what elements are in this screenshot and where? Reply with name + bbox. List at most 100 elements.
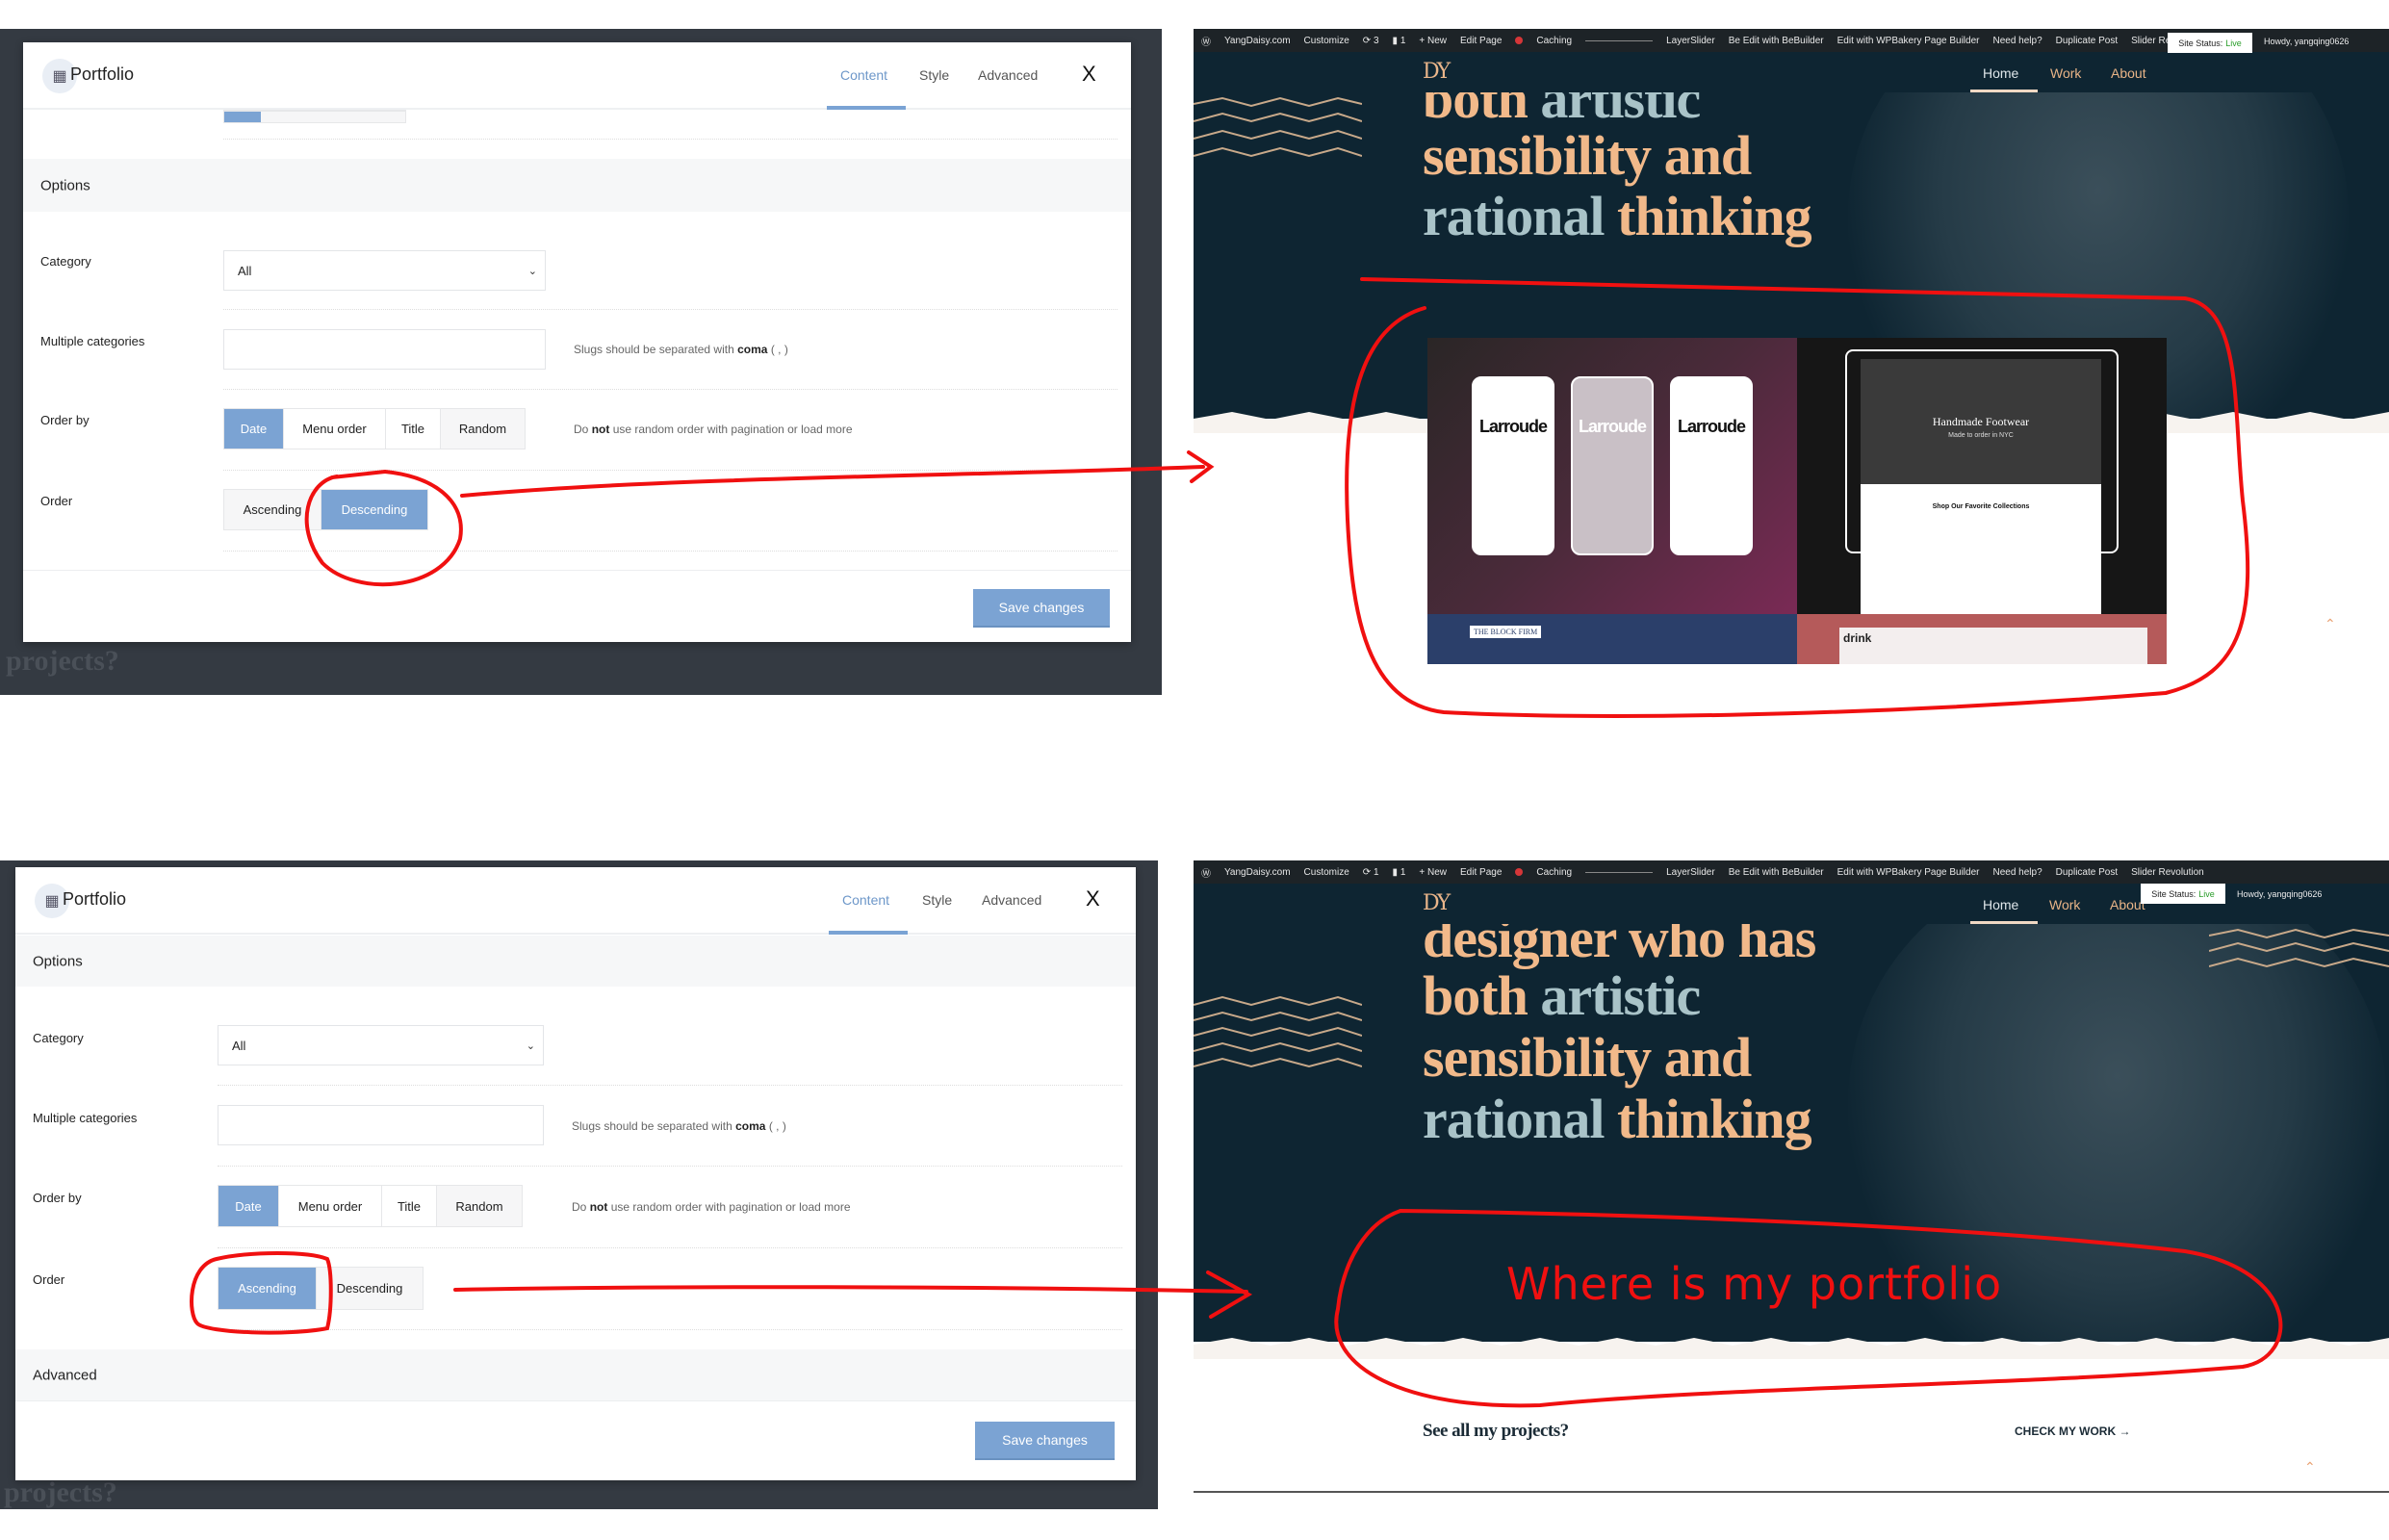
- admin-comments[interactable]: ▮ 1: [1393, 36, 1406, 46]
- save-changes-button[interactable]: Save changes: [975, 1422, 1115, 1460]
- admin-wpbakery[interactable]: Edit with WPBakery Page Builder: [1837, 36, 1980, 46]
- site-status-badge[interactable]: Site Status: Live: [2168, 33, 2252, 53]
- order-descending[interactable]: Descending: [321, 490, 427, 529]
- multiple-categories-input[interactable]: [218, 1105, 544, 1145]
- order-by-group: Date Menu order Title Random: [223, 408, 526, 449]
- help-text: Slugs should be separated with: [574, 343, 734, 356]
- admin-blank-field[interactable]: [1585, 39, 1654, 41]
- scroll-top-icon[interactable]: ⌃: [2325, 616, 2336, 632]
- admin-new[interactable]: + New: [1419, 36, 1447, 46]
- order-by-menu-order[interactable]: Menu order: [284, 409, 386, 449]
- admin-edit-page[interactable]: Edit Page: [1460, 36, 1502, 46]
- admin-slider-revolution[interactable]: Slider Revolution: [2131, 867, 2204, 878]
- order-by-random[interactable]: Random: [437, 1186, 522, 1226]
- admin-updates[interactable]: ⟳ 3: [1363, 36, 1379, 46]
- modal-title: Portfolio: [70, 64, 135, 84]
- phone-mockup: Larroude: [1670, 376, 1753, 555]
- admin-duplicate-post[interactable]: Duplicate Post: [2056, 36, 2118, 46]
- admin-site-link[interactable]: YangDaisy.com: [1224, 36, 1291, 46]
- scroll-top-icon[interactable]: ⌃: [2304, 1459, 2316, 1476]
- order-by-title[interactable]: Title: [386, 409, 441, 449]
- multiple-categories-input[interactable]: [223, 329, 546, 370]
- save-changes-button[interactable]: Save changes: [973, 589, 1110, 628]
- portfolio-item-footwear[interactable]: Handmade Footwear Made to order in NYC S…: [1797, 338, 2167, 614]
- order-ascending[interactable]: Ascending: [224, 490, 321, 529]
- nav-home[interactable]: Home: [1983, 897, 2018, 912]
- active-tab-indicator: [829, 931, 908, 935]
- admin-customize[interactable]: Customize: [1304, 36, 1349, 46]
- check-my-work-link[interactable]: CHECK MY WORK →: [2015, 1424, 2130, 1438]
- howdy-user[interactable]: Howdy, yangqing0626: [2264, 37, 2349, 46]
- site-logo[interactable]: DY: [1423, 60, 1451, 84]
- order-by-date[interactable]: Date: [224, 409, 284, 449]
- hero-line: rational thinking: [1423, 189, 1812, 244]
- partial-button-group[interactable]: [223, 112, 406, 123]
- new-label: New: [1427, 866, 1448, 878]
- nav-home[interactable]: Home: [1983, 65, 2018, 81]
- admin-customize[interactable]: Customize: [1304, 867, 1349, 878]
- category-select[interactable]: All ⌄: [223, 250, 546, 291]
- admin-blank-field[interactable]: [1585, 871, 1654, 873]
- admin-comments[interactable]: ▮ 1: [1393, 867, 1406, 878]
- nav-about[interactable]: About: [2111, 65, 2146, 81]
- admin-caching[interactable]: Caching: [1536, 36, 1572, 46]
- tab-content[interactable]: Content: [842, 892, 889, 908]
- order-descending[interactable]: Descending: [317, 1268, 423, 1309]
- status-dot-icon: [1515, 868, 1524, 876]
- site-logo[interactable]: DY: [1423, 891, 1451, 915]
- admin-new[interactable]: + New: [1419, 867, 1447, 878]
- nav-work[interactable]: Work: [2050, 65, 2081, 81]
- admin-duplicate-post[interactable]: Duplicate Post: [2056, 867, 2118, 878]
- wordpress-icon[interactable]: Ⓦ: [1201, 865, 1211, 880]
- tab-content[interactable]: Content: [840, 67, 887, 83]
- help-text: Do: [572, 1200, 587, 1214]
- order-by-menu-order[interactable]: Menu order: [279, 1186, 382, 1226]
- admin-site-link[interactable]: YangDaisy.com: [1224, 867, 1291, 878]
- admin-caching[interactable]: Caching: [1536, 867, 1572, 878]
- category-select[interactable]: All ⌄: [218, 1025, 544, 1065]
- tab-style[interactable]: Style: [919, 67, 949, 83]
- portfolio-item-block-firm[interactable]: THE BLOCK FIRM: [1427, 614, 1797, 664]
- portfolio-modal-bottom: ▦ Portfolio Content Style Advanced X Opt…: [15, 867, 1136, 1480]
- admin-layerslider[interactable]: LayerSlider: [1666, 867, 1715, 878]
- nav-work[interactable]: Work: [2049, 897, 2080, 912]
- status-dot-icon: [1515, 37, 1524, 44]
- section-title: Advanced: [33, 1367, 97, 1383]
- tab-advanced[interactable]: Advanced: [982, 892, 1041, 908]
- admin-edit-page[interactable]: Edit Page: [1460, 867, 1502, 878]
- order-by-random[interactable]: Random: [441, 409, 525, 449]
- order-by-date[interactable]: Date: [218, 1186, 279, 1226]
- portfolio-item-drink[interactable]: drink: [1797, 614, 2167, 664]
- order-by-help: Do not use random order with pagination …: [574, 423, 853, 436]
- footwear-subtitle: Made to order in NYC: [1948, 432, 2014, 439]
- admin-bebuilder[interactable]: Be Edit with BeBuilder: [1729, 36, 1824, 46]
- status-value: Live: [2225, 38, 2242, 48]
- admin-layerslider[interactable]: LayerSlider: [1666, 36, 1715, 46]
- comments-count: 1: [1400, 866, 1406, 878]
- admin-bebuilder[interactable]: Be Edit with BeBuilder: [1729, 867, 1824, 878]
- help-text: Do: [574, 423, 589, 436]
- close-button[interactable]: X: [1082, 62, 1096, 87]
- portfolio-item-larroude[interactable]: Larroude Larroude Larroude: [1427, 338, 1797, 614]
- tab-advanced[interactable]: Advanced: [978, 67, 1038, 83]
- tab-style[interactable]: Style: [922, 892, 952, 908]
- site-status-badge[interactable]: Site Status: Live: [2141, 884, 2225, 904]
- close-button[interactable]: X: [1086, 886, 1100, 911]
- nav-active-indicator: [1970, 921, 2038, 924]
- wordpress-icon[interactable]: Ⓦ: [1201, 34, 1211, 48]
- category-label: Category: [33, 1031, 84, 1045]
- admin-wpbakery[interactable]: Edit with WPBakery Page Builder: [1837, 867, 1980, 878]
- help-text: use random order with pagination or load…: [612, 423, 853, 436]
- admin-updates[interactable]: ⟳ 1: [1363, 867, 1379, 878]
- modal-header: ▦ Portfolio Content Style Advanced X: [15, 867, 1136, 935]
- admin-help[interactable]: Need help?: [1992, 36, 2042, 46]
- howdy-user[interactable]: Howdy, yangqing0626: [2237, 889, 2322, 899]
- zigzag-decoration: [1194, 995, 1362, 1068]
- order-by-title[interactable]: Title: [382, 1186, 437, 1226]
- order-ascending[interactable]: Ascending: [218, 1268, 317, 1309]
- site-header: DY Home Work About Site Status: Live Howd…: [1194, 33, 2389, 92]
- category-label: Category: [40, 254, 91, 269]
- hero-line: both artistic: [1423, 968, 1701, 1024]
- status-label: Site Status:: [2151, 888, 2196, 899]
- admin-help[interactable]: Need help?: [1992, 867, 2042, 878]
